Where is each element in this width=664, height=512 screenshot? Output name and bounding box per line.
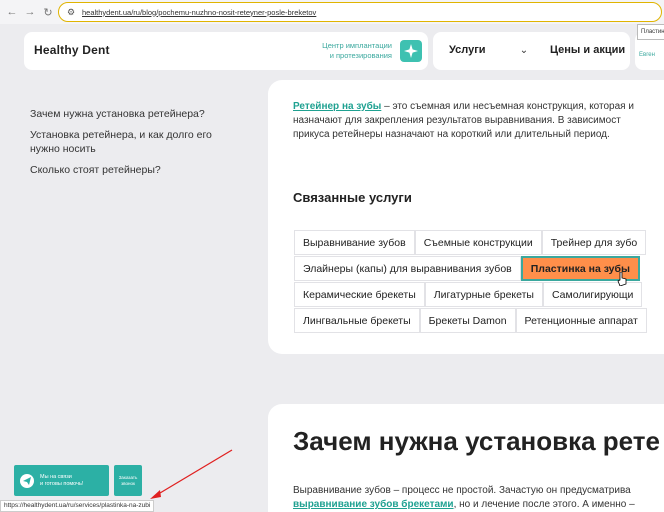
service-tag[interactable]: Элайнеры (капы) для выравнивания зубов	[294, 256, 521, 281]
prices-label: Цены и акции	[550, 44, 626, 56]
section-heading: Зачем нужна установка рете	[293, 426, 660, 456]
intro-paragraph: Ретейнер на зубы – это съемная или несъе…	[293, 101, 634, 140]
reload-icon[interactable]: ↻	[40, 4, 56, 20]
table-of-contents: Зачем нужна установка ретейнера? Установ…	[30, 107, 230, 184]
service-tag[interactable]: Самолигирующи	[542, 282, 643, 307]
service-tag[interactable]: Трейнер для зубо	[541, 230, 647, 255]
tooltip: Пластин	[637, 24, 664, 40]
toc-item[interactable]: Установка ретейнера, и как долго его нуж…	[30, 128, 230, 156]
retainer-link[interactable]: Ретейнер на зубы	[293, 101, 381, 112]
back-icon[interactable]: ←	[4, 4, 20, 20]
toc-item[interactable]: Сколько стоят ретейнеры?	[30, 163, 230, 177]
service-tag[interactable]: Выравнивание зубов	[294, 230, 415, 255]
site-info-icon[interactable]: ⚙	[67, 7, 77, 17]
center-tagline: Центр имплантации и протезирования	[322, 41, 392, 60]
sparkle-icon[interactable]	[400, 40, 422, 62]
section-paragraph: Выравнивание зубов – процесс не простой.…	[293, 485, 635, 510]
service-tag[interactable]: Лингвальные брекеты	[294, 308, 420, 333]
status-bar-url: https://healthydent.ua/ru/services/plast…	[0, 500, 155, 512]
callback-button[interactable]: Заказать звонок	[114, 465, 142, 496]
site-logo[interactable]: Healthy Dent	[34, 43, 110, 57]
service-tag[interactable]: Керамические брекеты	[294, 282, 425, 307]
logo-bar: Healthy Dent Центр имплантации и протези…	[24, 32, 428, 70]
service-tag[interactable]: Ретенционные аппарат	[515, 308, 647, 333]
site-header: Healthy Dent Центр имплантации и протези…	[24, 32, 664, 70]
toc-item[interactable]: Зачем нужна установка ретейнера?	[30, 107, 230, 121]
send-icon	[20, 473, 34, 488]
url-text: healthydent.ua/ru/blog/pochemu-nuzhno-no…	[82, 7, 317, 17]
prices-button[interactable]: Цены и акции	[540, 32, 630, 70]
forward-icon[interactable]: →	[22, 4, 38, 20]
braces-link[interactable]: выравнивание зубов брекетами	[293, 499, 454, 510]
hand-cursor-icon	[617, 272, 627, 286]
chat-widget[interactable]: Мы на связи и готовы помочь!	[14, 465, 109, 496]
chevron-down-icon[interactable]: ⌄	[514, 41, 534, 61]
section-card: Зачем нужна установка рете Выравнивание …	[268, 404, 664, 512]
related-services-title: Связанные услуги	[293, 190, 412, 205]
related-services-tags: Выравнивание зубов Съемные конструкции Т…	[294, 230, 647, 334]
service-tag[interactable]: Съемные конструкции	[414, 230, 542, 255]
article-card: Ретейнер на зубы – это съемная или несъе…	[268, 80, 664, 354]
service-tag[interactable]: Лигатурные брекеты	[424, 282, 543, 307]
address-bar[interactable]: ⚙ healthydent.ua/ru/blog/pochemu-nuzhno-…	[58, 2, 662, 22]
services-label: Услуги	[449, 44, 486, 56]
service-tag[interactable]: Брекеты Damon	[419, 308, 516, 333]
